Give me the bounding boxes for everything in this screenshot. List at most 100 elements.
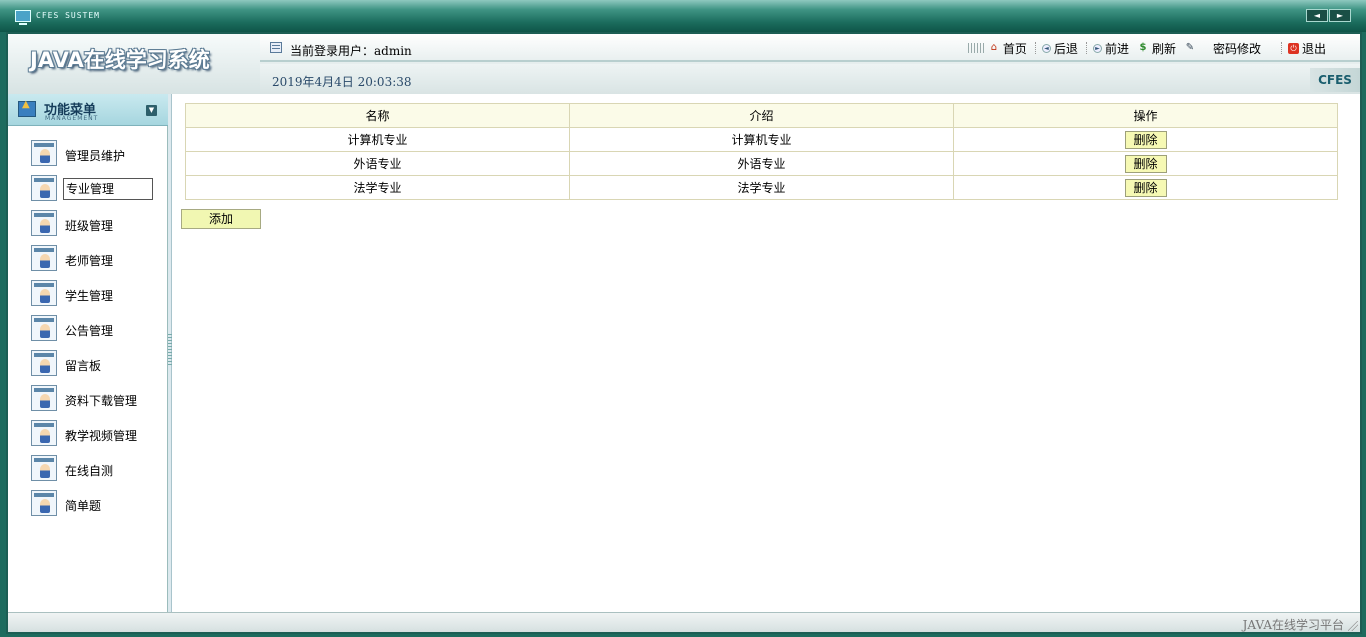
column-header-name: 名称 — [185, 103, 570, 128]
user-profile-icon — [31, 140, 57, 166]
cell-action: 删除 — [953, 175, 1338, 200]
delete-button[interactable]: 删除 — [1124, 130, 1167, 149]
sidebar-item-short-questions[interactable]: 简单题 — [8, 486, 168, 521]
system-title: CFES SUSTEM — [36, 11, 100, 20]
sidebar-item-label[interactable]: 老师管理 — [63, 251, 115, 270]
sidebar-item-label[interactable]: 资料下载管理 — [63, 391, 139, 410]
resize-grip-icon[interactable] — [1348, 621, 1358, 631]
footer: JAVA在线学习平台 — [8, 612, 1360, 632]
menu-subtitle: MANAGEMENT — [45, 115, 99, 122]
sidebar-item-student[interactable]: 学生管理 — [8, 276, 168, 311]
sidebar-item-major[interactable]: 专业管理 — [8, 171, 168, 206]
user-profile-icon — [31, 350, 57, 376]
user-profile-icon — [31, 210, 57, 236]
delete-button[interactable]: 删除 — [1124, 178, 1167, 197]
column-header-action: 操作 — [953, 103, 1338, 128]
logout-label: 退出 — [1301, 41, 1326, 56]
sidebar-item-label[interactable]: 管理员维护 — [63, 146, 127, 165]
home-button[interactable]: ⌂ 首页 — [988, 40, 1027, 57]
brand-badge: CFES — [1310, 68, 1360, 92]
header-bottom-bar: 2019年4月4日 20:03:38 CFES — [260, 64, 1360, 94]
datetime-display: 2019年4月4日 20:03:38 — [272, 75, 412, 89]
user-profile-icon — [31, 490, 57, 516]
app-frame: JAVA在线学习系统 当前登录用户：admin ⌂ 首页 ◄ 后退 ► 前进 $… — [6, 32, 1362, 634]
refresh-button[interactable]: $ 刷新 — [1137, 40, 1176, 57]
cell-intro: 计算机专业 — [569, 127, 954, 152]
prev-arrow-button[interactable]: ◄ — [1306, 9, 1328, 22]
sidebar-item-label[interactable]: 简单题 — [63, 496, 103, 515]
cell-name: 计算机专业 — [185, 127, 570, 152]
sidebar-item-label[interactable]: 专业管理 — [63, 178, 153, 200]
table-row: 计算机专业 计算机专业 删除 — [185, 127, 1338, 152]
user-card-icon — [270, 42, 282, 53]
window-titlebar: CFES SUSTEM ◄ ► — [0, 0, 1366, 32]
cell-name: 外语专业 — [185, 151, 570, 176]
major-table: 名称 介绍 操作 计算机专业 计算机专业 删除 外语专业 外语专业 删除 法学专… — [185, 103, 1338, 200]
cell-action: 删除 — [953, 151, 1338, 176]
sidebar-splitter[interactable] — [168, 94, 172, 612]
cell-action: 删除 — [953, 127, 1338, 152]
forward-label: 前进 — [1104, 41, 1129, 56]
header-top-bar: 当前登录用户：admin ⌂ 首页 ◄ 后退 ► 前进 $ 刷新 ✎ 密码修改 … — [260, 34, 1360, 62]
toolbar-divider — [1280, 42, 1282, 54]
menu-header: 功能菜单 MANAGEMENT ▼ — [8, 94, 168, 126]
toolbar-grip — [967, 43, 984, 53]
pen-icon: ✎ — [1185, 42, 1195, 53]
current-user-label: 当前登录用户：admin — [290, 44, 412, 58]
password-button[interactable]: ✎ 密码修改 — [1184, 40, 1261, 57]
table-row: 法学专业 法学专业 删除 — [185, 175, 1338, 200]
user-profile-icon — [31, 385, 57, 411]
menu-list: 管理员维护 专业管理 班级管理 老师管理 学生管理 公告管理 留言板 资料下载管… — [8, 136, 168, 521]
cell-intro: 外语专业 — [569, 151, 954, 176]
sidebar-item-downloads[interactable]: 资料下载管理 — [8, 381, 168, 416]
forward-button[interactable]: ► 前进 — [1092, 40, 1129, 57]
monitor-icon — [15, 10, 31, 25]
user-profile-icon — [31, 280, 57, 306]
sidebar-item-label[interactable]: 在线自测 — [63, 461, 115, 480]
user-profile-icon — [31, 420, 57, 446]
collapse-chevron-icon[interactable]: ▼ — [146, 105, 157, 116]
user-profile-icon — [31, 455, 57, 481]
home-icon: ⌂ — [990, 42, 998, 53]
header-toolbar: ⌂ 首页 ◄ 后退 ► 前进 $ 刷新 ✎ 密码修改 ⏻ 退出 — [967, 40, 1334, 57]
table-row: 外语专业 外语专业 删除 — [185, 151, 1338, 176]
home-label: 首页 — [1002, 41, 1027, 56]
next-arrow-button[interactable]: ► — [1329, 9, 1351, 22]
refresh-icon: $ — [1139, 42, 1147, 53]
power-icon: ⏻ — [1287, 42, 1299, 54]
logout-button[interactable]: ⏻ 退出 — [1287, 40, 1326, 57]
sidebar-item-label[interactable]: 教学视频管理 — [63, 426, 139, 445]
sidebar-item-videos[interactable]: 教学视频管理 — [8, 416, 168, 451]
user-profile-icon — [31, 315, 57, 341]
sidebar-item-admin[interactable]: 管理员维护 — [8, 136, 168, 171]
delete-button[interactable]: 删除 — [1124, 154, 1167, 173]
refresh-label: 刷新 — [1151, 41, 1176, 56]
sidebar-item-label[interactable]: 学生管理 — [63, 286, 115, 305]
header: JAVA在线学习系统 当前登录用户：admin ⌂ 首页 ◄ 后退 ► 前进 $… — [8, 34, 1360, 94]
back-button[interactable]: ◄ 后退 — [1041, 40, 1078, 57]
main-content: 名称 介绍 操作 计算机专业 计算机专业 删除 外语专业 外语专业 删除 法学专… — [173, 94, 1360, 612]
sidebar-item-label[interactable]: 公告管理 — [63, 321, 115, 340]
footer-text: JAVA在线学习平台 — [1242, 618, 1344, 632]
cell-name: 法学专业 — [185, 175, 570, 200]
sidebar-item-class[interactable]: 班级管理 — [8, 206, 168, 241]
sidebar-item-label[interactable]: 班级管理 — [63, 216, 115, 235]
user-profile-icon — [31, 245, 57, 271]
logo-area: JAVA在线学习系统 — [8, 34, 260, 94]
sidebar-item-self-test[interactable]: 在线自测 — [8, 451, 168, 486]
app-logo: JAVA在线学习系统 — [30, 48, 210, 72]
table-header-row: 名称 介绍 操作 — [185, 103, 1338, 128]
sidebar-item-label[interactable]: 留言板 — [63, 356, 103, 375]
back-arrow-icon: ◄ — [1041, 43, 1051, 53]
cell-intro: 法学专业 — [569, 175, 954, 200]
forward-arrow-icon: ► — [1092, 43, 1102, 53]
back-label: 后退 — [1053, 41, 1078, 56]
user-profile-icon — [31, 175, 57, 201]
add-button[interactable]: 添加 — [181, 209, 261, 229]
sidebar-item-teacher[interactable]: 老师管理 — [8, 241, 168, 276]
password-label: 密码修改 — [1212, 41, 1261, 56]
toolbar-divider — [1085, 42, 1087, 54]
sidebar-item-notice[interactable]: 公告管理 — [8, 311, 168, 346]
sidebar-item-message-board[interactable]: 留言板 — [8, 346, 168, 381]
splitter-grip-icon[interactable] — [168, 334, 172, 366]
